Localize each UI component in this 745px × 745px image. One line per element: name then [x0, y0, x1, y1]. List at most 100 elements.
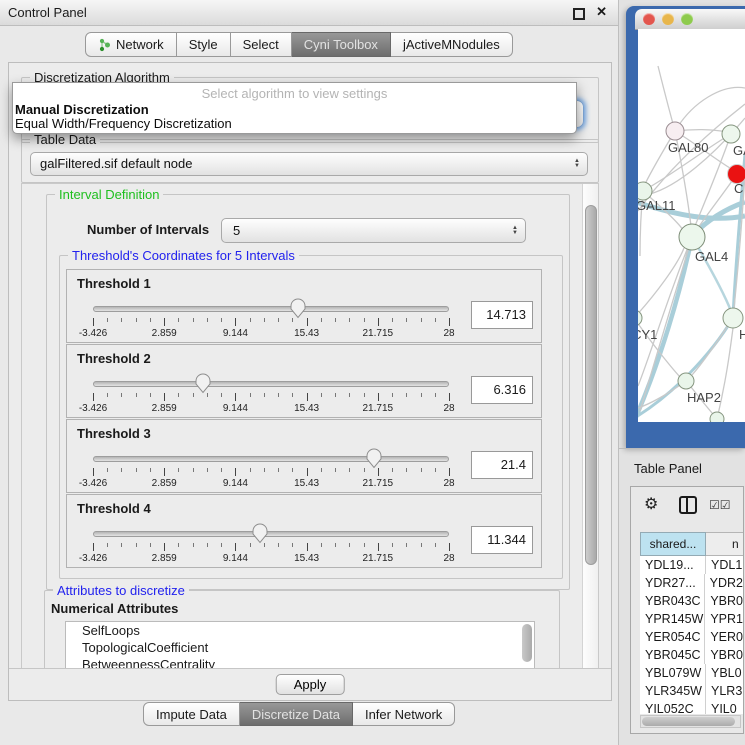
cell-shared-name[interactable]: YDL19...	[640, 556, 706, 574]
scrollbar-thumb[interactable]	[642, 717, 735, 726]
slider-track[interactable]	[93, 306, 449, 312]
slider-tick	[421, 543, 422, 547]
cell-name[interactable]: YBR0	[705, 592, 743, 610]
network-node[interactable]	[723, 308, 743, 328]
cell-name[interactable]: YDL1	[706, 556, 742, 574]
spinner-icon[interactable]: ▲ ▼	[574, 159, 580, 169]
threshold-slider[interactable]: -3.4262.8599.14415.4321.71528	[93, 298, 449, 340]
slider-tick	[136, 318, 137, 322]
threshold-value-field[interactable]: 14.713	[471, 301, 533, 329]
tab-impute-data[interactable]: Impute Data	[143, 702, 240, 726]
slider-tick	[335, 393, 336, 397]
threshold-value-field[interactable]: 21.4	[471, 451, 533, 479]
slider-tick	[107, 468, 108, 472]
network-node[interactable]	[679, 224, 705, 250]
column-header-shared-name[interactable]: shared...	[640, 532, 706, 556]
cell-shared-name[interactable]: YPR145W	[640, 610, 705, 628]
slider-thumb[interactable]	[366, 448, 383, 469]
slider-tick	[406, 543, 407, 547]
threshold-slider[interactable]: -3.4262.8599.14415.4321.71528	[93, 373, 449, 415]
dropdown-option-manual[interactable]: Manual Discretization	[15, 102, 149, 117]
table-row[interactable]: YPR145WYPR1	[640, 610, 743, 628]
table-data-group: Table Data galFiltered.sif default node …	[21, 139, 599, 183]
column-header-name[interactable]: n	[706, 532, 743, 556]
network-node[interactable]	[666, 122, 684, 140]
tab-select[interactable]: Select	[231, 32, 292, 57]
slider-tick	[121, 318, 122, 322]
zoom-traffic-light[interactable]	[681, 13, 693, 25]
slider-thumb[interactable]	[290, 298, 307, 319]
number-of-intervals-select[interactable]: 5 ▲ ▼	[221, 218, 526, 243]
slider-tick	[250, 393, 251, 397]
table-row[interactable]: YIL052CYIL0	[640, 700, 743, 714]
network-node[interactable]	[710, 412, 724, 422]
cell-shared-name[interactable]: YER054C	[640, 628, 705, 646]
table-data-select[interactable]: galFiltered.sif default node ▲ ▼	[30, 152, 588, 176]
network-canvas[interactable]: GAL80GACGAL11GAL4GCY1HHAP2	[638, 29, 745, 422]
minimize-traffic-light[interactable]	[662, 13, 674, 25]
tab-style[interactable]: Style	[177, 32, 231, 57]
gear-icon[interactable]: ⚙	[644, 494, 658, 514]
table-row[interactable]: YBR043CYBR0	[640, 592, 743, 610]
slider-track[interactable]	[93, 531, 449, 537]
spinner-icon[interactable]: ▲ ▼	[512, 226, 518, 236]
cell-shared-name[interactable]: YBL079W	[640, 664, 706, 682]
list-scrollbar-thumb[interactable]	[522, 624, 532, 662]
cell-name[interactable]: YBL0	[706, 664, 742, 682]
close-traffic-light[interactable]	[643, 13, 655, 25]
cell-name[interactable]: YLR3	[706, 682, 742, 700]
apply-button[interactable]: Apply	[276, 674, 345, 695]
tab-discretize-data[interactable]: Discretize Data	[240, 702, 353, 726]
network-node[interactable]	[638, 310, 642, 326]
attribute-item[interactable]: SelfLoops	[66, 622, 534, 639]
tab-infer-network[interactable]: Infer Network	[353, 702, 455, 726]
attribute-item[interactable]: TopologicalCoefficient	[66, 639, 534, 656]
threshold-value-field[interactable]: 6.316	[471, 376, 533, 404]
tab-jactivemnodules[interactable]: jActiveMNodules	[391, 32, 513, 57]
network-node[interactable]	[722, 125, 740, 143]
cell-shared-name[interactable]: YBR043C	[640, 592, 705, 610]
scrollbar-thumb[interactable]	[585, 205, 597, 565]
select-columns-icon[interactable]: ☑☑	[709, 498, 731, 512]
tab-cyni-toolbox[interactable]: Cyni Toolbox	[292, 32, 391, 57]
table-row[interactable]: YDL19...YDL1	[640, 556, 743, 574]
slider-tick-label: 9.144	[223, 553, 248, 564]
split-columns-icon[interactable]	[679, 496, 697, 514]
table-row[interactable]: YER054CYER0	[640, 628, 743, 646]
network-window-titlebar[interactable]	[635, 9, 745, 30]
slider-tick	[121, 468, 122, 472]
vertical-scrollbar[interactable]	[582, 184, 598, 668]
numerical-attributes-label: Numerical Attributes	[51, 601, 178, 616]
cell-shared-name[interactable]: YDR27...	[640, 574, 705, 592]
slider-track[interactable]	[93, 381, 449, 387]
tab-network[interactable]: Network	[85, 32, 177, 57]
cell-shared-name[interactable]: YLR345W	[640, 682, 706, 700]
threshold-slider[interactable]: -3.4262.8599.14415.4321.71528	[93, 448, 449, 490]
slider-tick-label: 15.43	[294, 328, 319, 339]
close-icon[interactable]: ✕	[596, 4, 607, 20]
cell-name[interactable]: YPR1	[705, 610, 743, 628]
cell-name[interactable]: YBR0	[705, 646, 743, 664]
cell-name[interactable]: YER0	[705, 628, 743, 646]
cell-name[interactable]: YIL0	[706, 700, 737, 714]
cell-shared-name[interactable]: YBR045C	[640, 646, 705, 664]
slider-thumb[interactable]	[252, 523, 269, 544]
table-row[interactable]: YDR27...YDR2	[640, 574, 743, 592]
slider-track[interactable]	[93, 456, 449, 462]
attributes-list[interactable]: SelfLoopsTopologicalCoefficientBetweenne…	[65, 621, 535, 669]
threshold-value-field[interactable]: 11.344	[471, 526, 533, 554]
slider-tick	[178, 468, 179, 472]
slider-tick	[250, 318, 251, 322]
cell-name[interactable]: YDR2	[705, 574, 743, 592]
table-row[interactable]: YBR045CYBR0	[640, 646, 743, 664]
cell-shared-name[interactable]: YIL052C	[640, 700, 706, 714]
slider-tick	[207, 468, 208, 472]
network-node[interactable]	[678, 373, 694, 389]
table-row[interactable]: YLR345WYLR3	[640, 682, 743, 700]
threshold-slider[interactable]: -3.4262.8599.14415.4321.71528	[93, 523, 449, 565]
slider-thumb[interactable]	[195, 373, 212, 394]
horizontal-scrollbar[interactable]	[640, 715, 741, 728]
float-window-icon[interactable]	[573, 8, 585, 20]
dropdown-option-equal-width[interactable]: Equal Width/Frequency Discretization	[15, 116, 232, 131]
table-row[interactable]: YBL079WYBL0	[640, 664, 743, 682]
